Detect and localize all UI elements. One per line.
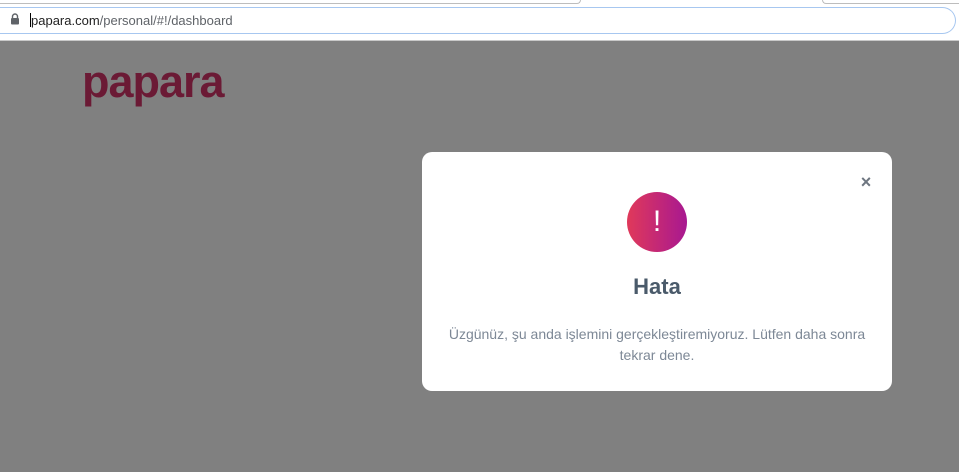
tab-edge-right bbox=[822, 0, 959, 4]
close-icon[interactable]: × bbox=[858, 172, 874, 192]
error-dialog: × ! Hata Üzgünüz, şu anda işlemini gerçe… bbox=[422, 152, 892, 391]
url-path: /personal/#!/dashboard bbox=[99, 13, 233, 28]
tab-edge-left bbox=[0, 0, 581, 4]
exclamation-icon: ! bbox=[627, 192, 687, 252]
url-text[interactable]: papara.com/personal/#!/dashboard bbox=[30, 13, 233, 29]
dialog-title: Hata bbox=[633, 274, 681, 299]
papara-logo[interactable]: papara bbox=[82, 57, 225, 107]
dialog-message: Üzgünüz, şu anda işlemini gerçekleştirem… bbox=[448, 326, 866, 363]
url-host: papara.com bbox=[31, 13, 100, 28]
lock-icon bbox=[11, 13, 19, 25]
browser-toolbar: papara.com/personal/#!/dashboard bbox=[0, 0, 959, 41]
alert-mark: ! bbox=[652, 205, 662, 238]
